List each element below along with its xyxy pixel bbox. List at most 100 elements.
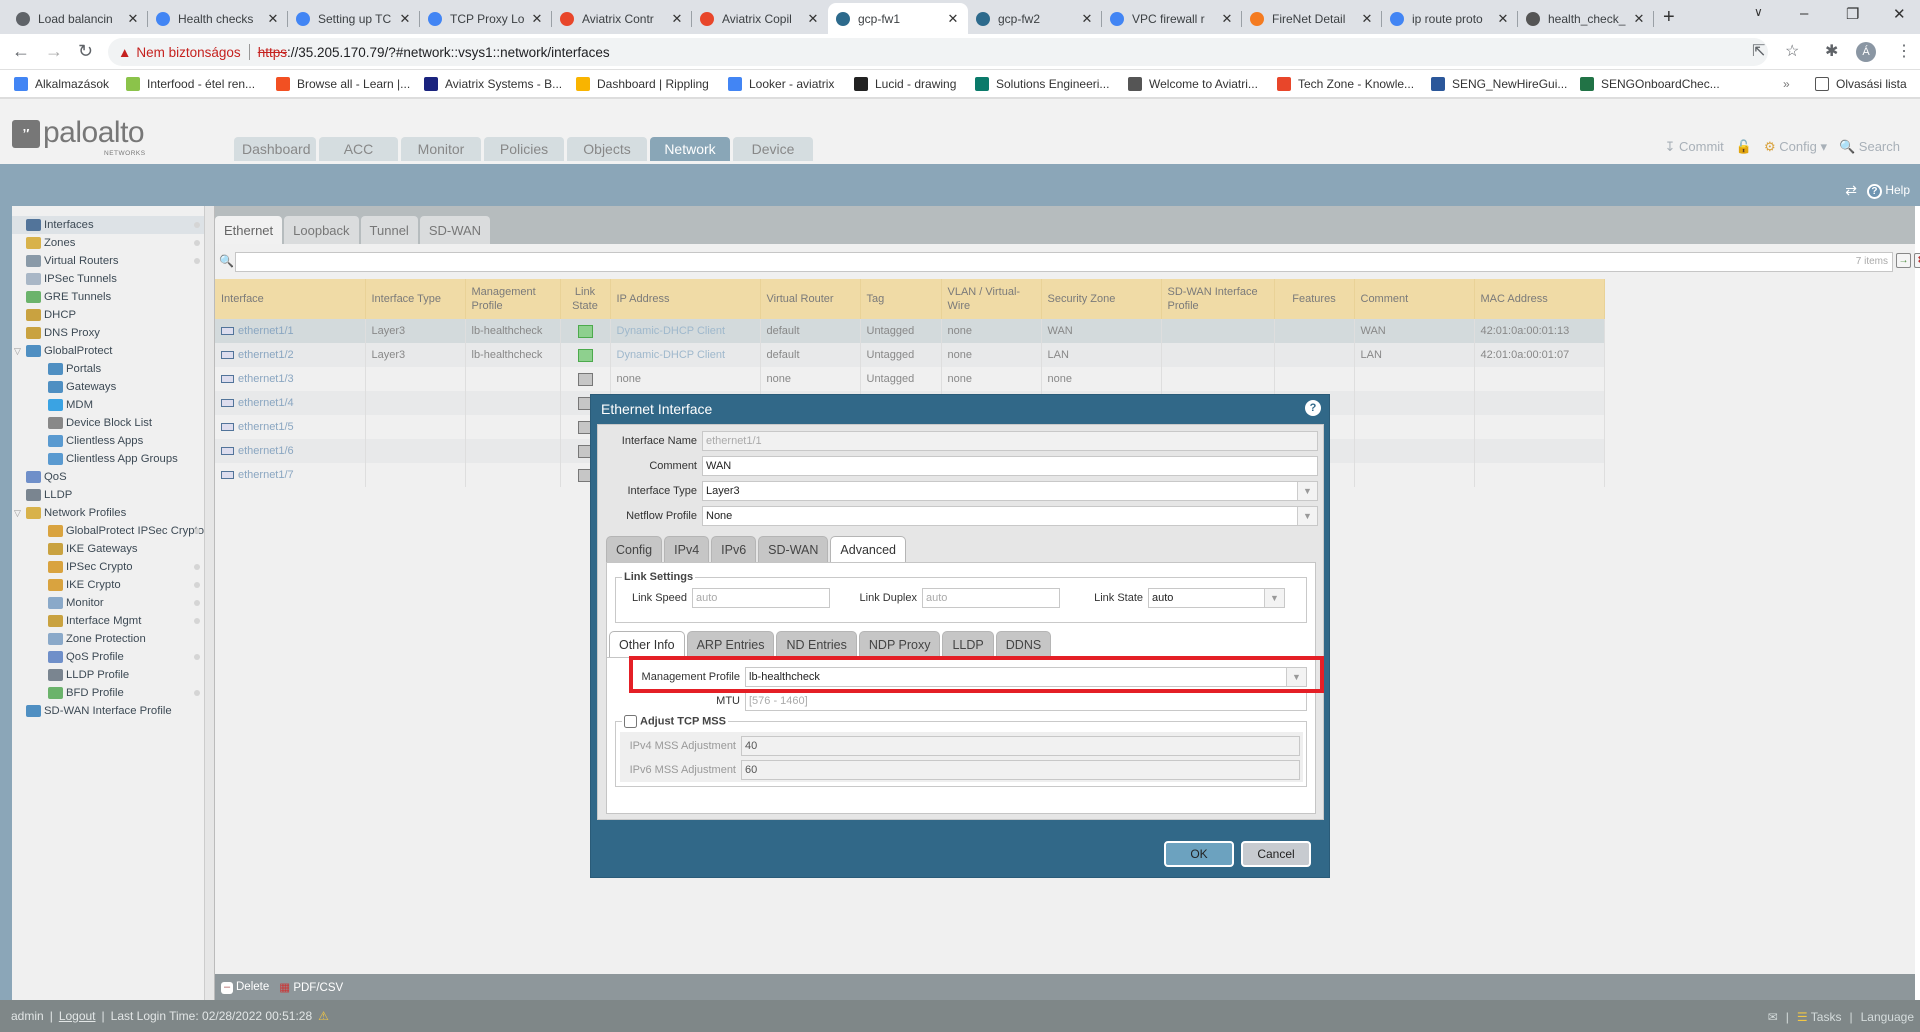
browser-tab[interactable]: Aviatrix Contr ✕ (552, 3, 692, 34)
chevron-down-icon[interactable]: ▼ (1297, 482, 1317, 500)
bookmark-item[interactable]: Welcome to Aviatri... (1128, 77, 1258, 91)
forward-icon[interactable]: → (45, 41, 63, 62)
inner-tab-lldp[interactable]: LLDP (942, 631, 994, 657)
close-tab-icon[interactable]: ✕ (126, 11, 140, 27)
cell-interface[interactable]: ethernet1/3 (215, 367, 366, 391)
language-button[interactable]: Language (1861, 1010, 1914, 1024)
browser-tab[interactable]: Load balancin ✕ (8, 3, 148, 34)
link-state-select[interactable]: auto ▼ (1148, 588, 1285, 608)
link-speed-field[interactable]: auto (692, 588, 830, 608)
expand-triangle-icon[interactable]: ▽ (14, 508, 21, 519)
mtu-field[interactable]: [576 - 1460] (745, 691, 1307, 711)
interface-type-select[interactable]: Layer3 ▼ (702, 481, 1318, 501)
close-tab-icon[interactable]: ✕ (1496, 11, 1510, 27)
back-icon[interactable]: ← (12, 41, 30, 62)
dialog-tab-ipv6[interactable]: IPv6 (711, 536, 757, 562)
sidebar-item-gateways[interactable]: Gateways (12, 378, 204, 396)
bookmark-item[interactable]: SENGOnboardChec... (1580, 77, 1720, 91)
config-menu[interactable]: ⚙ Config ▾ (1764, 139, 1827, 155)
pdf-csv-button[interactable]: ▦ PDF/CSV (279, 980, 343, 994)
bookmark-item[interactable]: Interfood - étel ren... (126, 77, 255, 91)
bookmarks-overflow[interactable]: » (1783, 77, 1790, 91)
sidebar-item-globalprotect-ipsec-crypto[interactable]: GlobalProtect IPSec Crypto (12, 522, 204, 540)
sidebar-resize-handle[interactable] (205, 206, 215, 1000)
close-tab-icon[interactable]: ✕ (1080, 11, 1094, 27)
filter-input[interactable]: 7 items (235, 252, 1893, 272)
bookmark-item[interactable]: Browse all - Learn |... (276, 77, 410, 91)
refresh-icon[interactable]: ⇄ (1845, 182, 1857, 199)
apply-filter-button[interactable]: → (1896, 253, 1911, 268)
clear-filter-button[interactable]: ✖ (1914, 253, 1920, 268)
interface-link[interactable]: ethernet1/5 (238, 421, 294, 433)
bookmark-item[interactable]: Aviatrix Systems - B... (424, 77, 562, 91)
warning-icon[interactable]: ⚠ (318, 1009, 329, 1023)
main-tab-network[interactable]: Network (650, 137, 730, 161)
messages-icon[interactable]: ✉ (1768, 1010, 1778, 1024)
dialog-tab-ipv4[interactable]: IPv4 (664, 536, 710, 562)
extensions-icon[interactable]: ✱ (1825, 41, 1838, 61)
close-tab-icon[interactable]: ✕ (806, 11, 820, 27)
interface-link[interactable]: ethernet1/1 (238, 325, 294, 337)
browser-tab[interactable]: Setting up TC ✕ (288, 3, 420, 34)
chevron-down-icon[interactable]: ▼ (1297, 507, 1317, 525)
cell-interface[interactable]: ethernet1/1 (215, 319, 366, 343)
column-header[interactable]: Comment (1354, 279, 1475, 319)
interface-link[interactable]: ethernet1/4 (238, 397, 294, 409)
sidebar-item-dns-proxy[interactable]: DNS Proxy (12, 324, 204, 342)
sidebar-item-network-profiles[interactable]: ▽ Network Profiles (12, 504, 204, 522)
sidebar-item-lldp-profile[interactable]: LLDP Profile (12, 666, 204, 684)
delete-button[interactable]: – Delete (221, 981, 269, 994)
lock-icon[interactable]: 🔓 (1736, 139, 1752, 155)
chevron-down-icon[interactable]: ▼ (1264, 589, 1284, 607)
bookmark-item[interactable]: Lucid - drawing (854, 77, 956, 91)
adjust-tcp-mss-checkbox[interactable] (624, 715, 637, 728)
bookmark-item[interactable]: Dashboard | Rippling (576, 77, 709, 91)
table-row[interactable]: ethernet1/3 none none Untagged none none (215, 367, 1605, 391)
share-icon[interactable]: ⇱ (1752, 41, 1765, 61)
ipv4-mss-field[interactable]: 40 (741, 736, 1300, 756)
sidebar-item-interfaces[interactable]: Interfaces (12, 216, 204, 234)
sidebar-item-lldp[interactable]: LLDP (12, 486, 204, 504)
column-header[interactable]: Interface Type (365, 279, 466, 319)
commit-button[interactable]: ↧ Commit (1665, 139, 1724, 155)
column-header[interactable]: Tag (860, 279, 942, 319)
subtab-loopback[interactable]: Loopback (284, 216, 359, 244)
interface-link[interactable]: ethernet1/3 (238, 373, 294, 385)
sidebar-item-ipsec-crypto[interactable]: IPSec Crypto (12, 558, 204, 576)
sidebar-item-portals[interactable]: Portals (12, 360, 204, 378)
main-tab-dashboard[interactable]: Dashboard (234, 137, 316, 161)
bookmark-star-icon[interactable]: ☆ (1785, 41, 1799, 61)
new-tab-button[interactable]: + (1663, 6, 1675, 29)
search-button[interactable]: 🔍 Search (1839, 139, 1900, 155)
sidebar-item-ike-gateways[interactable]: IKE Gateways (12, 540, 204, 558)
cell-interface[interactable]: ethernet1/7 (215, 463, 366, 487)
inner-tab-arp-entries[interactable]: ARP Entries (686, 631, 775, 657)
table-row[interactable]: ethernet1/2 Layer3 lb-healthcheck Dynamic-D… (215, 343, 1605, 367)
sidebar-item-dhcp[interactable]: DHCP (12, 306, 204, 324)
column-header[interactable]: Management Profile (465, 279, 561, 319)
close-tab-icon[interactable]: ✕ (1220, 11, 1234, 27)
cancel-button[interactable]: Cancel (1241, 841, 1311, 867)
interface-link[interactable]: ethernet1/2 (238, 349, 294, 361)
browser-tab[interactable]: gcp-fw1 ✕ (828, 3, 968, 34)
dialog-tab-sd-wan[interactable]: SD-WAN (758, 536, 829, 562)
inner-tab-nd-entries[interactable]: ND Entries (776, 631, 857, 657)
expand-triangle-icon[interactable]: ▽ (14, 346, 21, 357)
sidebar-item-clientless-apps[interactable]: Clientless Apps (12, 432, 204, 450)
sidebar-item-zone-protection[interactable]: Zone Protection (12, 630, 204, 648)
column-header[interactable]: Virtual Router (760, 279, 861, 319)
dialog-tab-config[interactable]: Config (606, 536, 663, 562)
browser-menu-icon[interactable]: ⋮ (1896, 41, 1912, 61)
subtab-sd-wan[interactable]: SD-WAN (419, 216, 491, 244)
column-header[interactable]: Link State (560, 279, 611, 319)
browser-tab[interactable]: TCP Proxy Loa ✕ (420, 3, 552, 34)
close-tab-icon[interactable]: ✕ (530, 11, 544, 27)
dialog-help-icon[interactable]: ? (1305, 400, 1321, 416)
link-duplex-field[interactable]: auto (922, 588, 1060, 608)
sidebar-item-ike-crypto[interactable]: IKE Crypto (12, 576, 204, 594)
netflow-profile-select[interactable]: None ▼ (702, 506, 1318, 526)
bookmark-item[interactable]: Solutions Engineeri... (975, 77, 1109, 91)
close-tab-icon[interactable]: ✕ (1632, 11, 1646, 27)
main-tab-device[interactable]: Device (733, 137, 813, 161)
cell-interface[interactable]: ethernet1/6 (215, 439, 366, 463)
